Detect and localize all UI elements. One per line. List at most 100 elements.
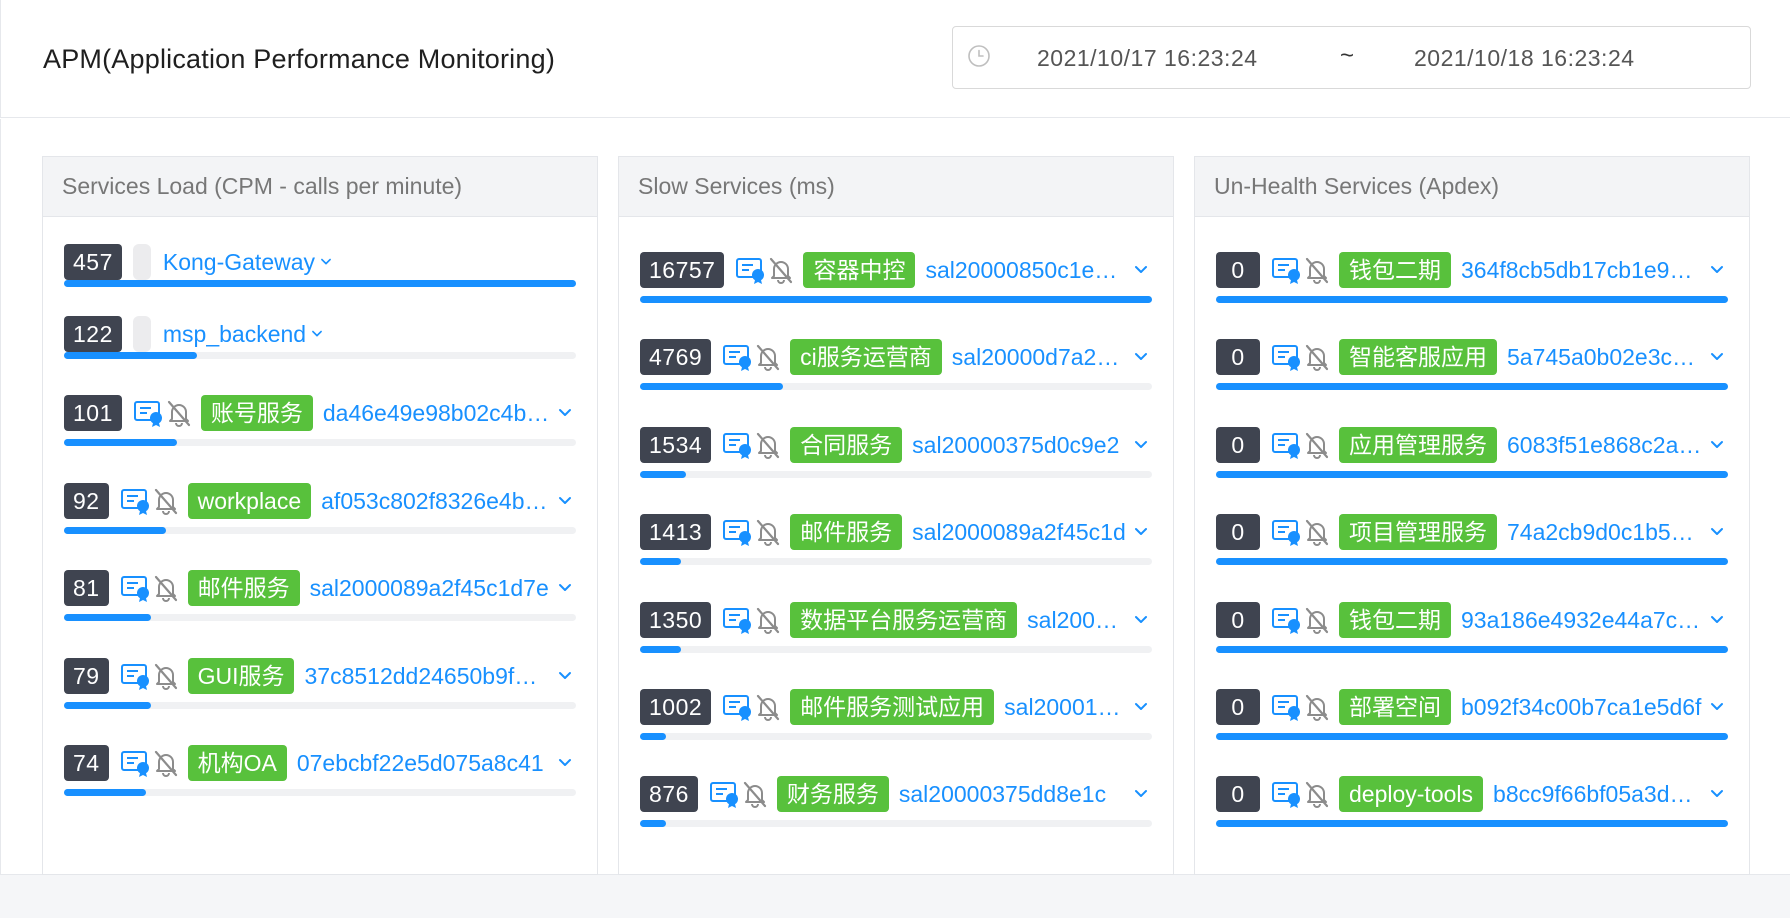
certificate-icon: [709, 782, 738, 808]
chevron-down-icon[interactable]: [1706, 346, 1728, 368]
service-name-link[interactable]: sal20000d7a2c5b1e: [952, 344, 1126, 371]
chevron-down-icon[interactable]: [1130, 521, 1152, 543]
service-row[interactable]: 0 钱包二期 93a186e4932e44a7c2b1: [1216, 600, 1728, 700]
service-tag: 数据平台服务运营商: [790, 602, 1018, 638]
service-status-icons: [1271, 431, 1331, 459]
service-tag: 邮件服务: [790, 514, 903, 550]
service-row[interactable]: 92 workplace af053c802f8326e4b5a1: [64, 481, 576, 581]
service-row[interactable]: 4769 ci服务运营商 sal20000d7a2c5b1e: [640, 337, 1152, 437]
chevron-down-icon[interactable]: [1706, 434, 1728, 456]
service-name-link[interactable]: 5a745a0b02e3c8d1f6: [1507, 344, 1702, 371]
service-status-icons: [1271, 256, 1331, 284]
count-badge: 1534: [640, 427, 712, 463]
date-range-picker[interactable]: 2021/10/17 16:23:24 ~ 2021/10/18 16:23:2…: [952, 26, 1751, 89]
service-name-link[interactable]: 74a2cb9d0c1b5e8f3a: [1507, 519, 1702, 546]
chevron-down-icon[interactable]: [1706, 259, 1728, 281]
load-progress-bar: [1216, 296, 1728, 303]
chevron-down-icon[interactable]: [1130, 434, 1152, 456]
load-progress-fill: [640, 646, 681, 653]
services-load-list[interactable]: 457 Kong-Gateway 122 msp_backend 101 账号服务 da46…: [43, 217, 597, 874]
chevron-down-icon[interactable]: [554, 490, 576, 512]
service-tag: 账号服务: [200, 395, 313, 431]
notification-off-icon: [757, 519, 780, 546]
service-tag: 部署空间: [1339, 689, 1451, 725]
chevron-down-icon[interactable]: [1706, 696, 1728, 718]
service-row[interactable]: 0 deploy-tools b8cc9f66bf05a3d2e1: [1216, 774, 1728, 874]
service-row[interactable]: 74 机构OA 07ebcbf22e5d075a8c41: [64, 743, 576, 843]
service-row[interactable]: 101 账号服务 da46e49e98b02c4b6e8d: [64, 393, 576, 493]
chevron-down-icon[interactable]: [308, 325, 326, 343]
service-row[interactable]: 0 钱包二期 364f8cb5db17cb1e9a03: [1216, 250, 1728, 350]
load-progress-fill: [64, 702, 151, 709]
range-separator: ~: [1340, 42, 1355, 69]
service-status-icons: [709, 780, 769, 808]
service-name-link[interactable]: da46e49e98b02c4b6e8d: [323, 400, 550, 427]
chevron-down-icon[interactable]: [1130, 696, 1152, 718]
chevron-down-icon[interactable]: [1130, 783, 1152, 805]
service-status-icons: [1271, 606, 1331, 634]
service-tag: 钱包二期: [1339, 602, 1451, 638]
service-name-link[interactable]: 6083f51e868c2a7b4d: [1507, 432, 1702, 459]
chevron-down-icon[interactable]: [1130, 609, 1152, 631]
service-status-icons: [120, 749, 180, 777]
chevron-down-icon[interactable]: [1706, 783, 1728, 805]
service-row[interactable]: 0 部署空间 b092f34c00b7ca1e5d6f: [1216, 687, 1728, 787]
service-name-link[interactable]: sal20000375dd8e1c: [899, 781, 1126, 808]
load-progress-fill: [640, 383, 783, 390]
certificate-icon: [133, 401, 162, 427]
service-name-link[interactable]: sal20001e5f7a9c: [1004, 694, 1126, 721]
service-name-link[interactable]: 364f8cb5db17cb1e9a03: [1461, 257, 1702, 284]
chevron-down-icon[interactable]: [317, 253, 335, 271]
chevron-down-icon[interactable]: [554, 402, 576, 424]
chevron-down-icon[interactable]: [554, 577, 576, 599]
unhealth-services-list[interactable]: 0 钱包二期 364f8cb5db17cb1e9a03 0 智能客服应用 5a745a0b…: [1195, 217, 1749, 874]
chevron-down-icon[interactable]: [1706, 609, 1728, 631]
service-row[interactable]: 1534 合同服务 sal20000375d0c9e2: [640, 425, 1152, 525]
service-name-link[interactable]: 07ebcbf22e5d075a8c41: [297, 750, 550, 777]
load-progress-bar: [640, 471, 1152, 478]
load-progress-bar: [64, 789, 576, 796]
service-row-header: 74 机构OA 07ebcbf22e5d075a8c41: [64, 743, 576, 783]
service-tag: 合同服务: [790, 427, 903, 463]
chevron-down-icon[interactable]: [554, 665, 576, 687]
count-badge: 0: [1216, 427, 1260, 463]
service-row[interactable]: 0 应用管理服务 6083f51e868c2a7b4d: [1216, 425, 1728, 525]
service-name-link[interactable]: 93a186e4932e44a7c2b1: [1461, 607, 1702, 634]
slow-services-list[interactable]: 16757 容器中控 sal20000850c1e3f9a 4769 ci服务运营商 sa…: [619, 217, 1173, 874]
range-start-input[interactable]: 2021/10/17 16:23:24: [1037, 45, 1258, 72]
service-name-link[interactable]: msp_backend: [163, 321, 306, 348]
service-name-link[interactable]: sal2000089a2f45c1d: [912, 519, 1126, 546]
chevron-down-icon[interactable]: [554, 752, 576, 774]
service-row[interactable]: 0 项目管理服务 74a2cb9d0c1b5e8f3a: [1216, 512, 1728, 612]
service-row[interactable]: 0 智能客服应用 5a745a0b02e3c8d1f6: [1216, 337, 1728, 437]
load-progress-fill: [1216, 733, 1728, 740]
service-row[interactable]: 876 财务服务 sal20000375dd8e1c: [640, 774, 1152, 874]
service-row-header: 0 钱包二期 93a186e4932e44a7c2b1: [1216, 600, 1728, 640]
chevron-down-icon[interactable]: [1706, 521, 1728, 543]
notification-off-icon: [757, 432, 780, 459]
page-title: APM(Application Performance Monitoring): [43, 44, 556, 74]
service-name-link[interactable]: sal2000089a2f45c1d7e: [310, 575, 550, 602]
load-progress-bar: [1216, 558, 1728, 565]
service-name-link[interactable]: Kong-Gateway: [163, 249, 315, 276]
service-name-link[interactable]: sal2000d8b1c4f: [1027, 607, 1126, 634]
chevron-down-icon[interactable]: [1130, 346, 1152, 368]
service-row[interactable]: 1413 邮件服务 sal2000089a2f45c1d: [640, 512, 1152, 612]
chevron-down-icon[interactable]: [1130, 259, 1152, 281]
service-row[interactable]: 1350 数据平台服务运营商 sal2000d8b1c4f: [640, 600, 1152, 700]
service-row-header: 0 钱包二期 364f8cb5db17cb1e9a03: [1216, 250, 1728, 290]
service-name-link[interactable]: b8cc9f66bf05a3d2e1: [1493, 781, 1702, 808]
service-name-link[interactable]: 37c8512dd24650b9f3a2: [304, 663, 550, 690]
certificate-icon: [1272, 345, 1300, 371]
service-name-link[interactable]: b092f34c00b7ca1e5d6f: [1461, 694, 1702, 721]
service-row[interactable]: 81 邮件服务 sal2000089a2f45c1d7e: [64, 568, 576, 668]
notification-off-icon: [757, 694, 780, 721]
service-row[interactable]: 16757 容器中控 sal20000850c1e3f9a: [640, 250, 1152, 350]
service-row[interactable]: 79 GUI服务 37c8512dd24650b9f3a2: [64, 656, 576, 756]
notification-off-icon: [1305, 519, 1329, 546]
service-name-link[interactable]: af053c802f8326e4b5a1: [321, 488, 550, 515]
service-row[interactable]: 1002 邮件服务测试应用 sal20001e5f7a9c: [640, 687, 1152, 787]
range-end-input[interactable]: 2021/10/18 16:23:24: [1414, 45, 1635, 72]
service-name-link[interactable]: sal20000850c1e3f9a: [925, 257, 1126, 284]
service-name-link[interactable]: sal20000375d0c9e2: [912, 432, 1126, 459]
